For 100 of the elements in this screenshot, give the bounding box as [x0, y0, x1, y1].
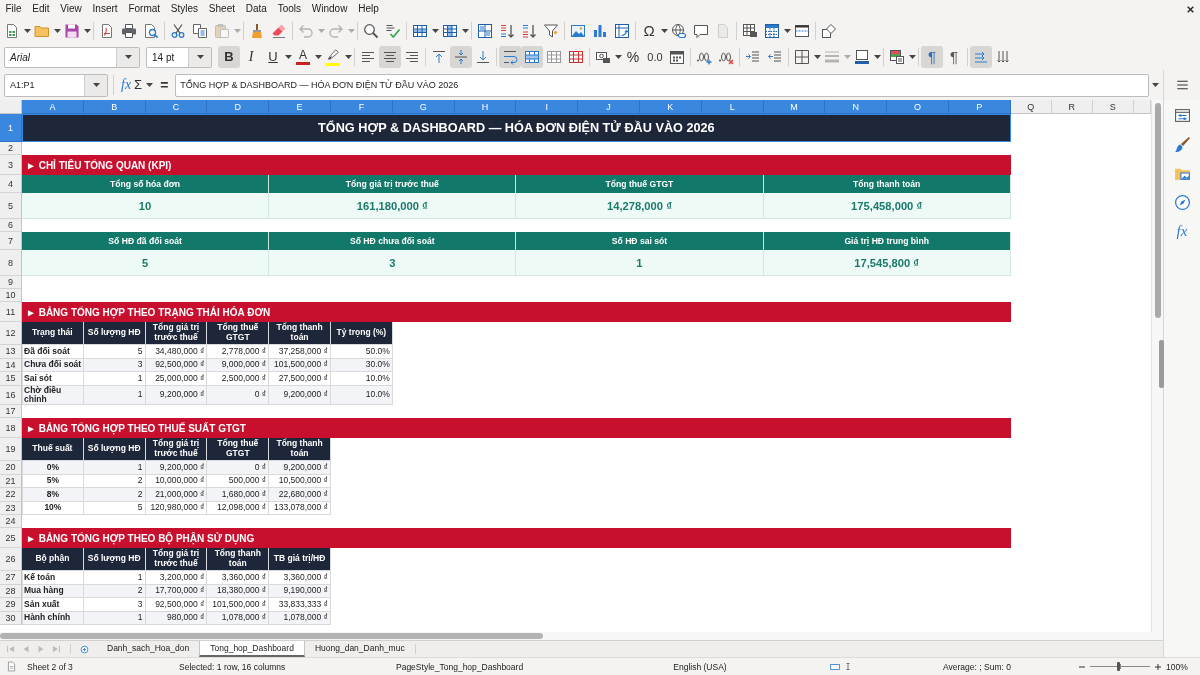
row-header[interactable]: 6 [0, 219, 22, 232]
row-header[interactable]: 11 [0, 302, 22, 322]
vertical-scrollbar[interactable] [1151, 100, 1163, 632]
column-header[interactable]: O [887, 100, 949, 114]
menu-item[interactable]: Sheet [203, 1, 241, 17]
caret-icon[interactable] [1152, 83, 1159, 87]
function-wizard-button[interactable]: fx [119, 76, 134, 94]
row-header[interactable]: 3 [0, 155, 22, 175]
formula-input-field[interactable]: TỔNG HỢP & DASHBOARD — HÓA ĐƠN ĐIỆN TỬ ĐẦU VÀO 2026 [175, 73, 1149, 97]
row-header[interactable]: 24 [0, 515, 22, 529]
row-header[interactable]: 18 [0, 418, 22, 439]
column-header[interactable]: Q [1010, 100, 1052, 114]
column-header[interactable]: H [454, 100, 517, 114]
row-header[interactable]: 27 [0, 571, 22, 585]
formula-button[interactable]: = [156, 76, 173, 94]
menu-item[interactable]: Tools [272, 1, 307, 17]
number-format-button[interactable]: 0.0 [644, 46, 666, 68]
column-header[interactable]: R [1051, 100, 1093, 114]
caret-icon[interactable] [124, 55, 132, 59]
column-header[interactable]: J [578, 100, 640, 114]
horizontal-scrollbar[interactable] [0, 632, 1163, 640]
wrap-text-button[interactable] [499, 46, 521, 68]
column-header[interactable]: I [516, 100, 579, 114]
column-header[interactable]: M [763, 100, 826, 114]
column-header[interactable]: C [145, 100, 208, 114]
plus-icon[interactable] [1154, 662, 1162, 671]
column-header[interactable]: B [83, 100, 146, 114]
underline-button[interactable]: U [262, 46, 284, 68]
menu-item[interactable]: Window [306, 1, 353, 17]
row-header[interactable]: 9 [0, 276, 22, 289]
caret-icon[interactable] [83, 29, 91, 33]
slider-thumb[interactable] [1116, 662, 1120, 671]
row-header[interactable]: 7 [0, 232, 22, 250]
row-header[interactable]: 12 [0, 322, 22, 345]
caret-icon[interactable] [23, 29, 31, 33]
row-header[interactable]: 29 [0, 598, 22, 612]
caret-icon[interactable] [873, 55, 881, 59]
special-character-button[interactable]: Ω [638, 20, 660, 42]
menu-item[interactable]: Styles [165, 1, 204, 17]
sidebar-handle[interactable] [1159, 340, 1164, 388]
column-header[interactable]: L [701, 100, 764, 114]
column-header[interactable]: G [392, 100, 455, 114]
row-header[interactable]: 16 [0, 385, 22, 406]
font-name-field[interactable]: Arial [4, 46, 140, 68]
font-size-field[interactable]: 14 pt [146, 46, 212, 68]
row-header[interactable]: 5 [0, 193, 22, 219]
caret-icon[interactable] [284, 55, 292, 59]
column-header[interactable]: N [825, 100, 888, 114]
caret-icon[interactable] [344, 55, 352, 59]
row-header[interactable]: 8 [0, 250, 22, 276]
caret-icon[interactable] [53, 29, 61, 33]
menu-item[interactable]: View [54, 1, 88, 17]
caret-icon[interactable] [614, 55, 622, 59]
caret-icon[interactable] [431, 29, 439, 33]
scrollbar-thumb[interactable] [1154, 103, 1161, 318]
column-header[interactable]: P [948, 100, 1011, 114]
row-header[interactable]: 4 [0, 175, 22, 193]
menu-item[interactable]: Help [352, 1, 385, 17]
right-to-left-button[interactable]: ¶ [943, 46, 965, 68]
caret-icon[interactable] [813, 55, 821, 59]
column-header[interactable]: K [639, 100, 702, 114]
font-color-button[interactable]: A [292, 46, 314, 68]
row-header[interactable]: 26 [0, 548, 22, 572]
row-header[interactable]: 15 [0, 372, 22, 386]
menu-item[interactable]: Format [123, 1, 166, 17]
menu-item[interactable]: File [0, 1, 27, 17]
row-header[interactable]: 25 [0, 528, 22, 549]
row-header[interactable]: 1 [0, 114, 22, 142]
selection-mode-icon[interactable] [828, 661, 841, 672]
row-header[interactable]: 13 [0, 345, 22, 359]
row-header[interactable]: 2 [0, 142, 22, 155]
row-header[interactable]: 10 [0, 289, 22, 302]
align-center-button[interactable] [379, 46, 401, 68]
close-icon[interactable] [1186, 4, 1195, 14]
caret-icon[interactable] [196, 55, 204, 59]
left-to-right-button[interactable]: ¶ [921, 46, 943, 68]
bold-button[interactable]: B [218, 46, 240, 68]
column-header[interactable]: D [207, 100, 270, 114]
sheet-tab[interactable]: Huong_dan_Danh_muc [304, 641, 415, 657]
caret-icon[interactable] [314, 55, 322, 59]
sheet-tab[interactable]: Tong_hop_Dashboard [199, 641, 305, 657]
sum-button[interactable]: Σ [133, 76, 144, 94]
sheet-tab[interactable]: Danh_sach_Hoa_don [97, 641, 200, 657]
row-header[interactable]: 17 [0, 405, 22, 419]
caret-icon[interactable] [783, 29, 791, 33]
plus-icon[interactable] [80, 644, 89, 654]
dropdown-button[interactable] [188, 47, 211, 67]
caret-icon[interactable] [660, 29, 668, 33]
dropdown-button[interactable] [116, 47, 139, 67]
row-header[interactable]: 22 [0, 488, 22, 502]
menu-icon[interactable] [1175, 79, 1189, 91]
caret-icon[interactable] [146, 83, 154, 87]
menu-item[interactable]: Edit [26, 1, 55, 17]
merge-center-button[interactable] [521, 46, 543, 68]
row-header[interactable]: 20 [0, 461, 22, 475]
scrollbar-thumb[interactable] [0, 633, 543, 639]
caret-icon[interactable] [92, 83, 100, 87]
row-header[interactable]: 19 [0, 438, 22, 462]
caret-icon[interactable] [461, 29, 469, 33]
column-header[interactable]: A [22, 100, 84, 114]
